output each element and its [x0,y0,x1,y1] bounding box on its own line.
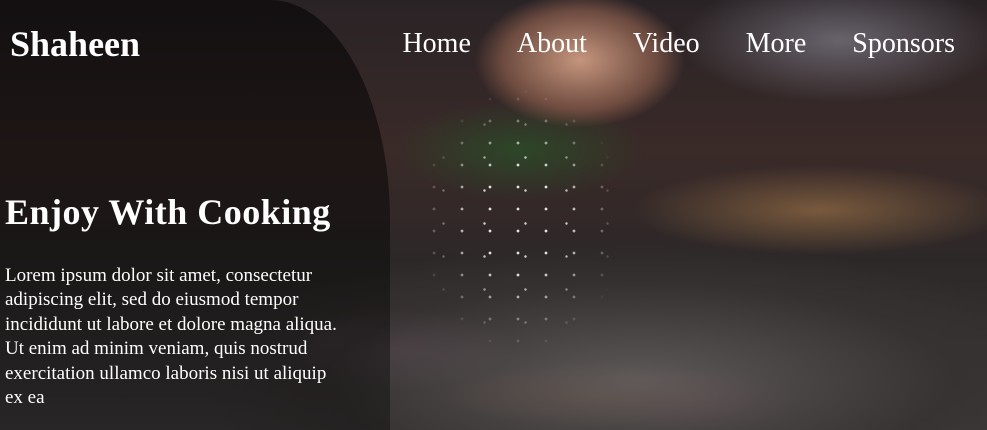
nav-link-sponsors[interactable]: Sponsors [852,26,955,62]
hero-description: Lorem ipsum dolor sit amet, consectetur … [5,265,337,409]
hero-title: Enjoy With Cooking [5,192,331,232]
nav-link-more[interactable]: More [746,26,807,62]
nav-link-video[interactable]: Video [633,26,700,62]
nav-link-home[interactable]: Home [402,26,470,62]
main-nav: Home About Video More Sponsors [402,26,955,62]
brand-logo-text[interactable]: Shaheen [10,22,140,66]
nav-link-about[interactable]: About [517,26,587,62]
